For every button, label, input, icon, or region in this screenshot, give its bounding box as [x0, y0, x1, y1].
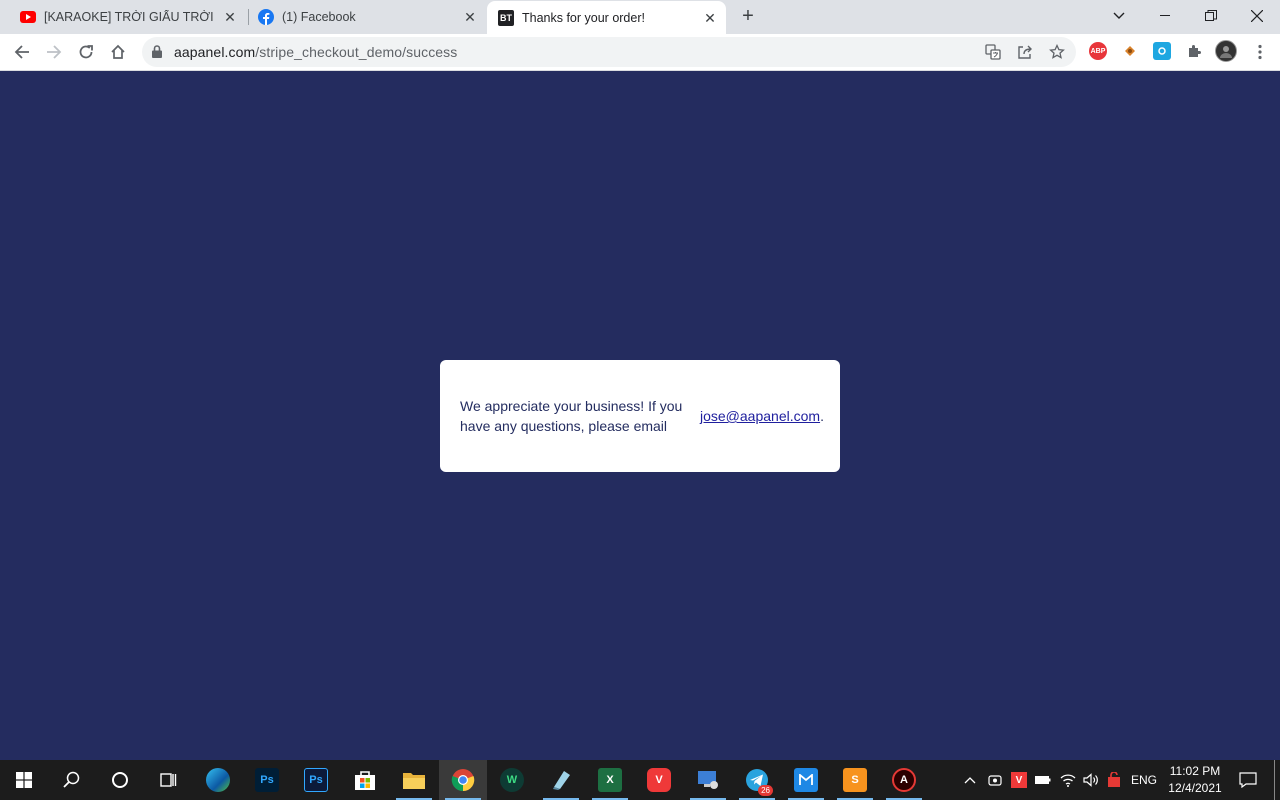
close-tab-icon[interactable]: ✕ — [462, 9, 478, 25]
address-bar[interactable]: aapanel.com/stripe_checkout_demo/success — [142, 37, 1076, 67]
meet-now-icon[interactable] — [985, 760, 1005, 800]
translate-icon[interactable] — [985, 44, 1001, 60]
fox-extension-icon[interactable] — [1121, 42, 1139, 60]
tab-search-icon[interactable] — [1096, 0, 1142, 32]
telegram-icon[interactable]: 26 — [733, 760, 781, 800]
close-window-icon[interactable] — [1234, 0, 1280, 32]
tab-title: [KARAOKE] TRỜI GIẤU TRỜI MANG ĐI — [44, 10, 218, 24]
tab-title: (1) Facebook — [282, 10, 356, 24]
profile-avatar[interactable] — [1215, 40, 1237, 62]
youtube-icon — [20, 9, 36, 25]
camera-extension-icon[interactable] — [1153, 42, 1171, 60]
url-text: aapanel.com/stripe_checkout_demo/success — [174, 44, 457, 60]
forward-icon[interactable] — [42, 40, 66, 64]
show-desktop-button[interactable] — [1274, 760, 1275, 800]
email-suffix: . — [820, 408, 824, 424]
windows-start-icon[interactable] — [0, 760, 48, 800]
vivaldi-icon[interactable]: V — [635, 760, 683, 800]
browser-toolbar: aapanel.com/stripe_checkout_demo/success… — [0, 34, 1280, 71]
mail-icon[interactable] — [782, 760, 830, 800]
paint-icon[interactable] — [537, 760, 585, 800]
facebook-icon — [258, 9, 274, 25]
back-icon[interactable] — [10, 40, 34, 64]
abp-icon[interactable]: ABP — [1089, 42, 1107, 60]
vivaldi-tray-icon[interactable]: V — [1009, 760, 1029, 800]
tab-strip: [KARAOKE] TRỜI GIẤU TRỜI MANG ĐI ✕ (1) F… — [0, 0, 1280, 34]
success-card: We appreciate your business! If you have… — [440, 360, 840, 472]
share-icon[interactable] — [1017, 44, 1033, 60]
wakatime-icon[interactable]: W — [488, 760, 536, 800]
tab-title: Thanks for your order! — [522, 10, 645, 25]
clock-time: 11:02 PM — [1169, 764, 1221, 778]
tab-active[interactable]: BT Thanks for your order! ✕ — [487, 1, 726, 34]
clock-date: 12/4/2021 — [1168, 781, 1222, 795]
store-icon[interactable] — [341, 760, 389, 800]
page-content: We appreciate your business! If you have… — [0, 71, 1280, 760]
notification-icon[interactable] — [1236, 760, 1260, 800]
url-path: /stripe_checkout_demo/success — [255, 44, 458, 60]
excel-icon[interactable]: X — [586, 760, 634, 800]
show-hidden-icons-icon[interactable] — [960, 760, 980, 800]
windows-taskbar: Ps Ps W X V 26 S A V ENG 11:02 PM 12/4/2… — [0, 760, 1280, 800]
photoshop-icon[interactable]: Ps — [243, 760, 291, 800]
cortana-icon[interactable] — [96, 760, 144, 800]
minimize-icon[interactable] — [1142, 0, 1188, 32]
url-domain: aapanel.com — [174, 44, 256, 60]
home-icon[interactable] — [106, 40, 130, 64]
file-explorer-icon[interactable] — [390, 760, 438, 800]
restore-icon[interactable] — [1188, 0, 1234, 32]
security-tray-icon[interactable] — [1104, 760, 1124, 800]
task-view-icon[interactable] — [144, 760, 192, 800]
clock[interactable]: 11:02 PM 12/4/2021 — [1160, 763, 1230, 797]
bt-icon: BT — [498, 9, 514, 26]
tab-facebook[interactable]: (1) Facebook ✕ — [248, 0, 486, 34]
browser-menu-icon[interactable] — [1248, 40, 1272, 64]
close-tab-icon[interactable]: ✕ — [702, 10, 718, 26]
close-tab-icon[interactable]: ✕ — [222, 9, 238, 25]
remote-desktop-icon[interactable] — [684, 760, 732, 800]
app-a-icon[interactable]: A — [880, 760, 928, 800]
email-line: jose@aapanel.com. — [700, 406, 824, 426]
new-tab-icon[interactable]: + — [737, 6, 759, 28]
lock-icon[interactable] — [152, 45, 162, 63]
telegram-badge: 26 — [758, 785, 773, 796]
volume-icon[interactable] — [1081, 760, 1101, 800]
bookmark-star-icon[interactable] — [1049, 44, 1065, 60]
sublime-icon[interactable]: S — [831, 760, 879, 800]
thank-you-message: We appreciate your business! If you have… — [460, 398, 683, 434]
photoshop-cc-icon[interactable]: Ps — [292, 760, 340, 800]
tab-youtube[interactable]: [KARAOKE] TRỜI GIẤU TRỜI MANG ĐI ✕ — [8, 0, 246, 34]
reload-icon[interactable] — [74, 40, 98, 64]
chrome-icon[interactable] — [439, 760, 487, 800]
language-indicator[interactable]: ENG — [1128, 760, 1160, 800]
puzzle-icon[interactable] — [1185, 42, 1203, 60]
email-link[interactable]: jose@aapanel.com — [700, 408, 820, 424]
battery-icon — [1033, 760, 1053, 800]
edge-icon[interactable] — [194, 760, 242, 800]
wifi-icon[interactable] — [1058, 760, 1078, 800]
search-icon[interactable] — [48, 760, 96, 800]
